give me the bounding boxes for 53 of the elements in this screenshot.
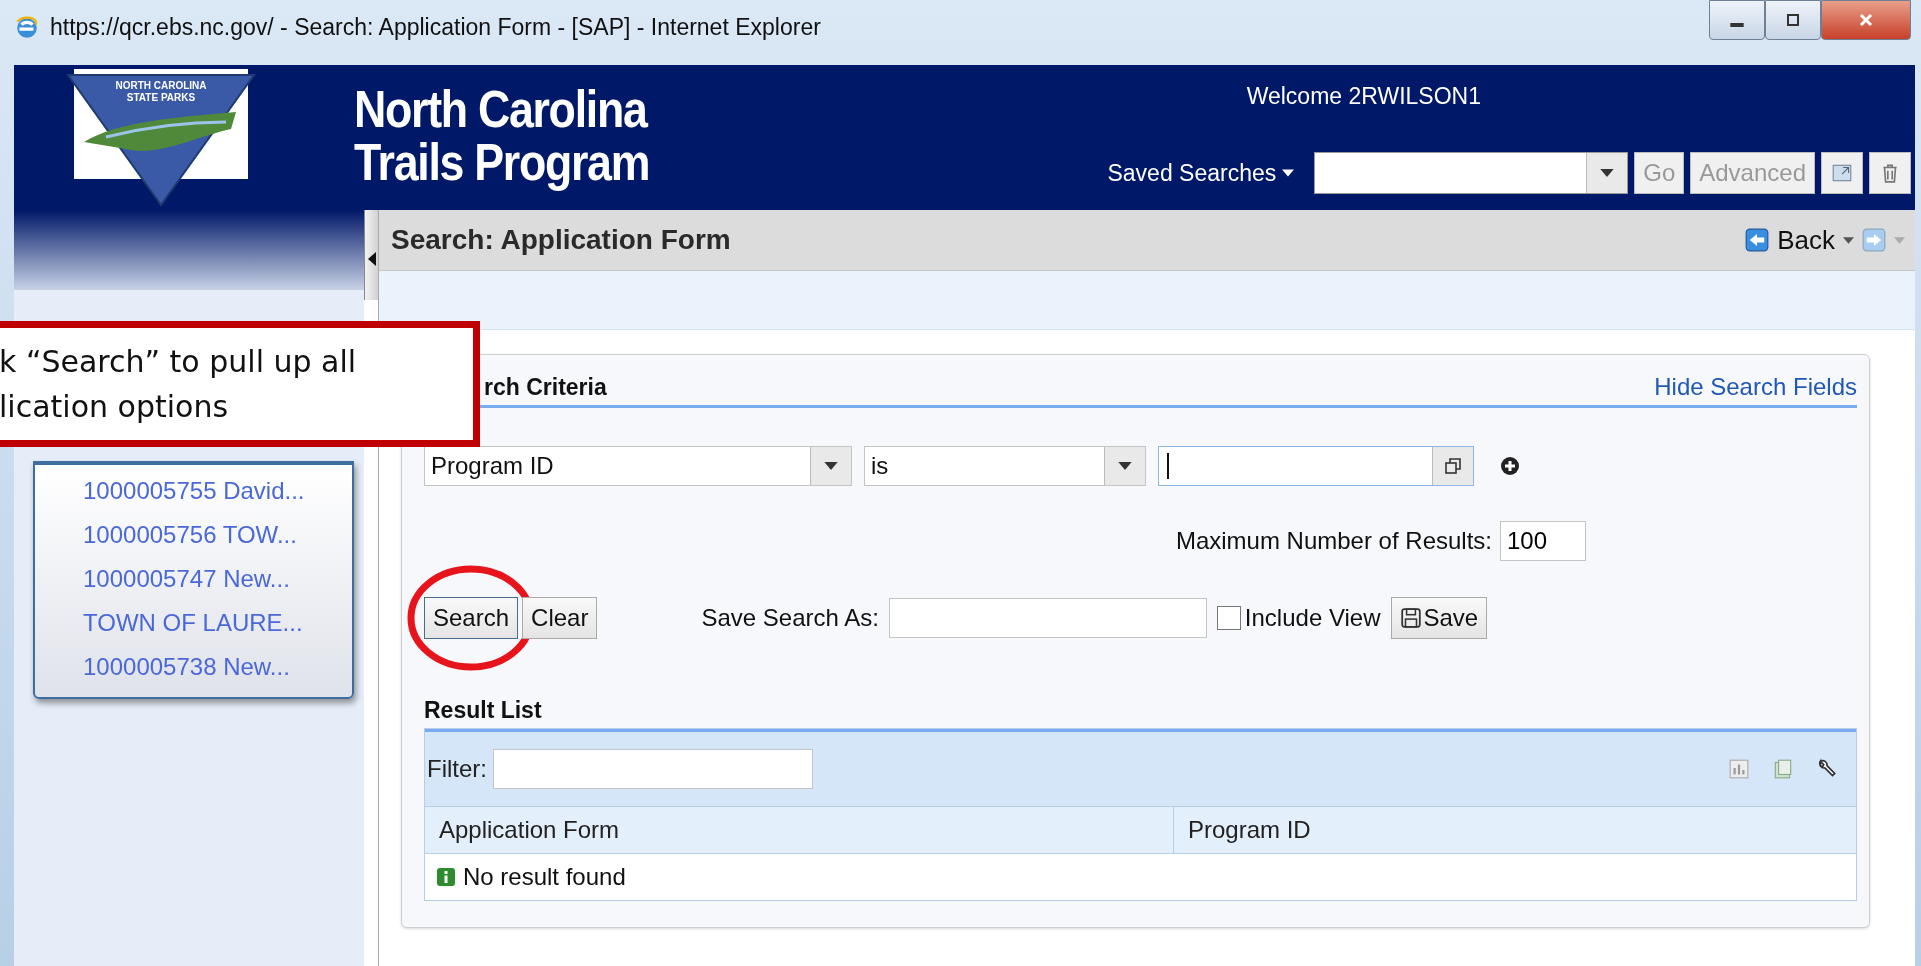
section-heading: rch Criteria — [484, 374, 607, 401]
save-search-label: Save Search As: — [701, 604, 879, 632]
filter-field[interactable] — [493, 749, 813, 789]
save-button[interactable]: Save — [1390, 597, 1488, 639]
max-results-label: Maximum Number of Results: — [1175, 527, 1492, 555]
search-button[interactable]: Search — [424, 597, 519, 639]
recent-item-link[interactable]: TOWN OF LAURE... — [35, 601, 352, 645]
caret-icon — [824, 462, 838, 470]
recent-item-link[interactable]: 1000005738 New... — [35, 645, 352, 689]
caret-icon — [1118, 462, 1132, 470]
minimize-icon — [1730, 23, 1744, 27]
save-search-field[interactable] — [888, 598, 1207, 638]
column-header[interactable]: Program ID — [1174, 807, 1311, 853]
site-title: North Carolina Trails Program — [354, 83, 650, 193]
park-logo: NORTH CAROLINA STATE PARKS — [66, 67, 256, 207]
callout-text: k “Search” to pull up all — [0, 343, 357, 381]
recent-item-link[interactable]: 1000005755 David... — [35, 469, 352, 513]
callout-text: lication options — [0, 388, 229, 426]
filter-label: Filter: — [427, 755, 487, 783]
column-header[interactable]: Application Form — [425, 807, 1174, 853]
maximize-button[interactable] — [1765, 0, 1821, 40]
hide-search-fields-link[interactable]: Hide Search Fields — [1654, 373, 1857, 401]
value-help-icon[interactable] — [1443, 456, 1463, 476]
page-title: Search: Application Form — [391, 224, 731, 256]
max-results-field[interactable]: 100 — [1500, 521, 1586, 561]
dropdown-caret-icon[interactable] — [1843, 236, 1854, 244]
export-icon[interactable] — [1772, 758, 1794, 780]
minimize-button[interactable] — [1709, 0, 1765, 40]
add-criterion-icon[interactable] — [1500, 456, 1520, 476]
include-view-checkbox[interactable] — [1216, 606, 1241, 630]
recent-item-link[interactable]: 1000005747 New... — [35, 557, 352, 601]
operator-dropdown[interactable]: is — [864, 446, 1146, 486]
value-input[interactable] — [1158, 446, 1474, 486]
wrench-icon[interactable] — [1816, 758, 1838, 780]
caret-icon — [1600, 169, 1615, 177]
caret-icon — [1282, 169, 1295, 177]
personalize-icon[interactable] — [1821, 152, 1863, 194]
empty-message: No result found — [463, 863, 626, 891]
recent-item-link[interactable]: 1000005756 TOW... — [35, 513, 352, 557]
back-button[interactable]: Back — [1745, 224, 1835, 256]
include-view-label: Include View — [1244, 604, 1381, 632]
browser-icon — [14, 14, 40, 41]
field-dropdown[interactable]: Program ID — [424, 446, 852, 486]
window-title: https://qcr.ebs.nc.gov/ - Search: Application Form - [SAP] - Internet Explorer — [50, 14, 821, 41]
saved-searches-dropdown[interactable] — [1314, 152, 1629, 194]
saved-searches-menu[interactable]: Saved Searches — [1107, 159, 1295, 187]
result-list-heading: Result List — [424, 697, 543, 724]
chart-icon[interactable] — [1728, 758, 1750, 780]
welcome-text: Welcome 2RWILSON1 — [1246, 83, 1481, 110]
clear-button[interactable]: Clear — [522, 597, 598, 639]
info-icon — [437, 868, 455, 886]
forward-icon[interactable] — [1862, 228, 1886, 252]
trash-icon[interactable] — [1869, 152, 1911, 194]
